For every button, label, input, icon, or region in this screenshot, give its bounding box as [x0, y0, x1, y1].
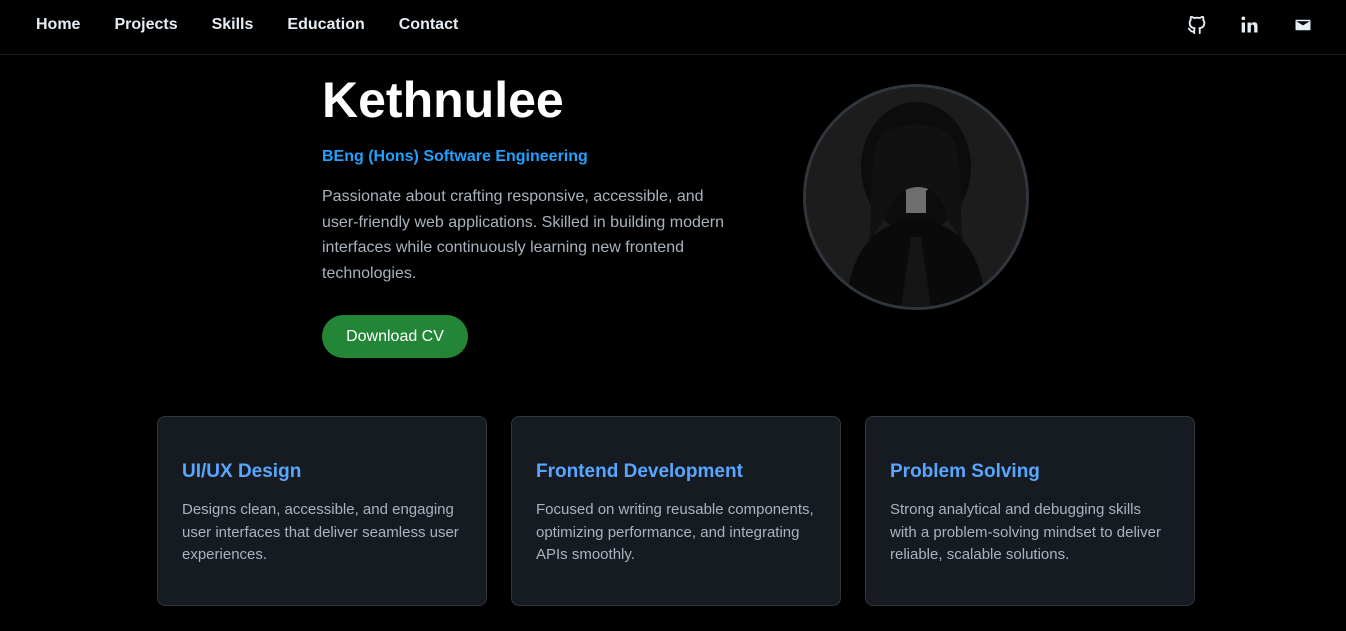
nav-link-skills[interactable]: Skills: [212, 15, 254, 35]
nav-link-projects[interactable]: Projects: [114, 15, 177, 35]
nav-link-contact[interactable]: Contact: [399, 15, 459, 35]
linkedin-icon[interactable]: [1239, 14, 1261, 36]
card-title: Problem Solving: [890, 461, 1040, 482]
skill-card-uiux: UI/UX Design Designs clean, accessible, …: [157, 416, 487, 606]
nav-link-home[interactable]: Home: [36, 15, 80, 35]
hero-description: Passionate about crafting responsive, ac…: [322, 188, 724, 282]
social-icons: [1155, 14, 1314, 36]
card-text: Focused on writing reusable components, …: [536, 501, 814, 563]
nav-link-education[interactable]: Education: [287, 15, 364, 35]
mail-icon[interactable]: [1292, 14, 1314, 36]
hero-name: Kethnulee: [322, 72, 564, 128]
hero-subtitle: BEng (Hons) Software Engineering: [322, 148, 588, 165]
nav-links: Home Projects Skills Education Contact: [36, 15, 492, 35]
card-title: Frontend Development: [536, 461, 743, 482]
skill-card-frontend: Frontend Development Focused on writing …: [511, 416, 841, 606]
top-navigation: Home Projects Skills Education Contact: [0, 0, 1346, 55]
card-text: Designs clean, accessible, and engaging …: [182, 501, 459, 563]
card-title: UI/UX Design: [182, 461, 302, 482]
profile-avatar: [803, 84, 1029, 310]
card-text: Strong analytical and debugging skills w…: [890, 501, 1161, 563]
download-cv-button[interactable]: Download CV: [322, 315, 468, 358]
github-icon[interactable]: [1186, 14, 1208, 36]
skill-card-problem-solving: Problem Solving Strong analytical and de…: [865, 416, 1195, 606]
